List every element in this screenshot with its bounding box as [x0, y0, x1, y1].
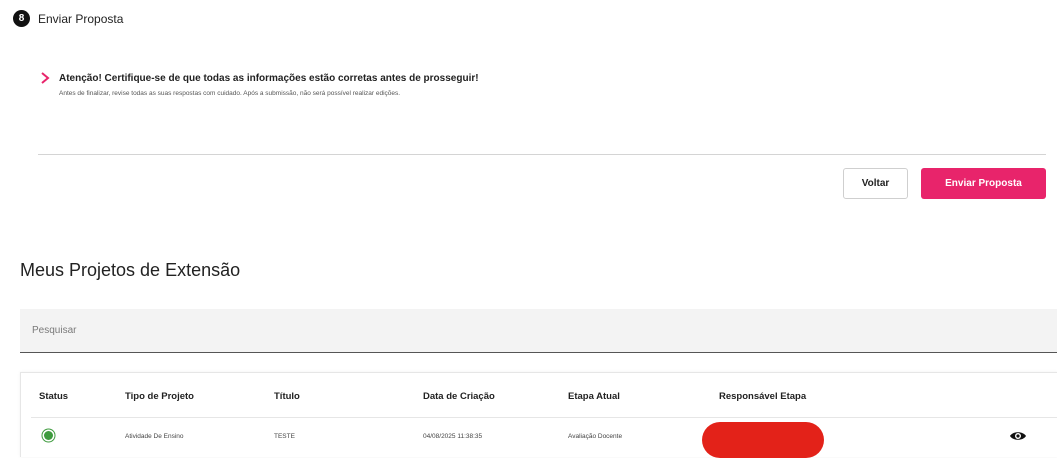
- search-input[interactable]: [20, 309, 1057, 353]
- column-header-project-type[interactable]: Tipo de Projeto: [125, 391, 194, 402]
- column-header-title[interactable]: Título: [274, 391, 300, 402]
- step-number-badge: 8: [13, 10, 30, 27]
- column-header-stage-responsible[interactable]: Responsável Etapa: [719, 391, 806, 402]
- alert-description: Antes de finalizar, revise todas as suas…: [59, 90, 401, 97]
- chevron-right-icon: [41, 72, 50, 84]
- eye-icon[interactable]: [1009, 430, 1027, 442]
- cell-project-type: Atividade De Ensino: [125, 433, 184, 440]
- attention-alert: Atenção! Certifique-se de que todas as i…: [40, 72, 1020, 97]
- alert-title: Atenção! Certifique-se de que todas as i…: [59, 72, 479, 84]
- status-active-icon: [44, 431, 53, 440]
- redacted-responsible: [702, 422, 824, 458]
- page-title: Meus Projetos de Extensão: [20, 260, 241, 280]
- step-title: Enviar Proposta: [38, 11, 124, 26]
- column-header-current-stage[interactable]: Etapa Atual: [568, 391, 620, 402]
- back-button[interactable]: Voltar: [843, 168, 908, 199]
- header-row-divider: [31, 417, 1057, 418]
- column-header-status[interactable]: Status: [39, 391, 68, 402]
- submit-proposal-button[interactable]: Enviar Proposta: [921, 168, 1046, 199]
- cell-created-date: 04/08/2025 11:38:35: [423, 433, 483, 440]
- cell-current-stage: Avaliação Docente: [568, 433, 623, 440]
- projects-table: Status Tipo de Projeto Título Data de Cr…: [20, 372, 1057, 458]
- column-header-created-date[interactable]: Data de Criação: [423, 391, 495, 402]
- cell-title: TESTE: [274, 433, 295, 440]
- step-header: 8 Enviar Proposta: [13, 10, 123, 27]
- section-divider: [38, 154, 1046, 155]
